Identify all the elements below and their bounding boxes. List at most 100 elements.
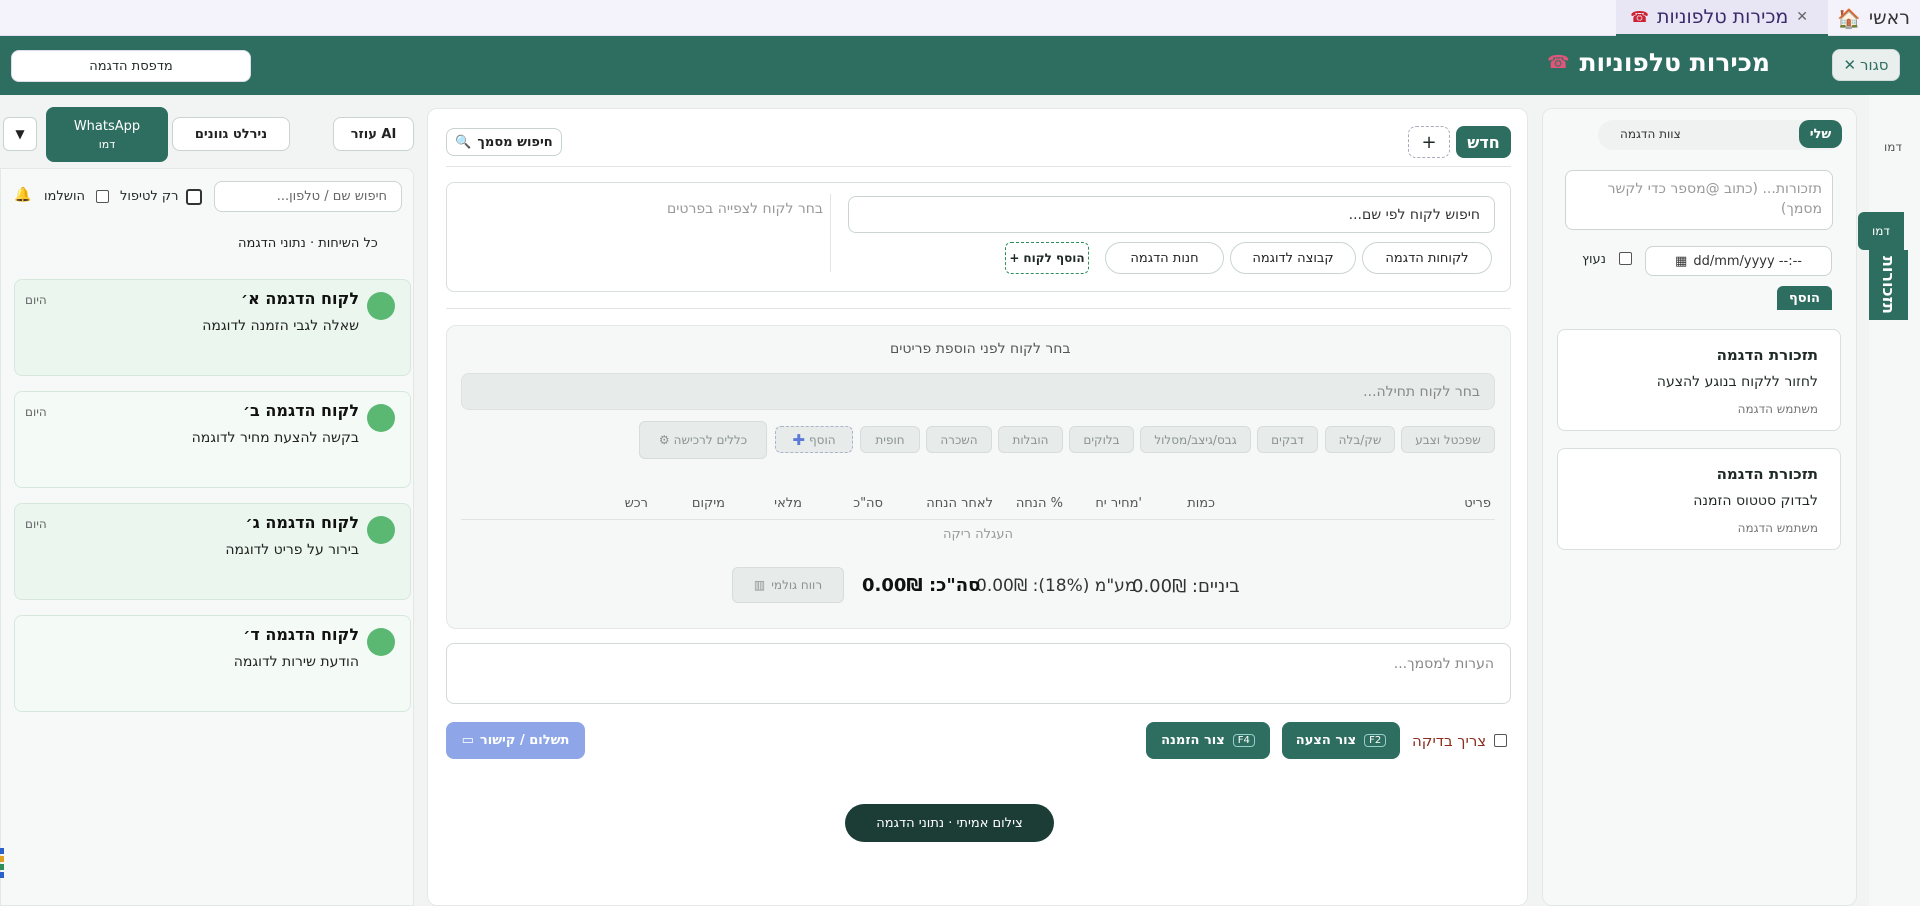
chat-search-input[interactable]: חיפוש שם / טלפון... — [214, 181, 402, 212]
create-quote-button[interactable]: צור הצעה F2 — [1282, 722, 1400, 759]
completed-checkbox[interactable] — [96, 190, 109, 203]
column-header-qty: כמות — [1187, 496, 1215, 511]
category-chip[interactable]: השכרה — [926, 426, 992, 453]
bell-icon[interactable]: 🔔 — [14, 187, 31, 203]
filter-team-button[interactable]: צוות הדגמה — [1620, 127, 1681, 141]
chart-icon: ▥ — [753, 578, 766, 592]
tab-home-label: ראשי — [1868, 7, 1910, 29]
tab-telesales-label: מכירות טלפוניות — [1656, 6, 1789, 28]
conversation-item[interactable]: לקוח הדגמה ד׳ הודעת שירות לדוגמה — [14, 615, 411, 712]
close-button[interactable]: ✕ סגור — [1832, 49, 1900, 81]
printer-select[interactable]: מדפסת הדגמה — [11, 50, 251, 82]
reminder-card[interactable]: תזכורת הדגמה לבדוק סטטוס הזמנה משתמש הדג… — [1557, 448, 1841, 550]
reminder-card[interactable]: תזכורת הדגמה לחזור ללקוח בנוגע להצעה משת… — [1557, 329, 1841, 431]
reminder-user: משתמש הדגמה — [1737, 402, 1818, 416]
gross-profit-label: רווח גולמי — [771, 578, 823, 592]
customer-filter-label: לקוחות הדגמה — [1385, 250, 1469, 266]
conversation-message: שאלה לגבי הזמנה לדוגמה — [202, 318, 359, 334]
doc-search-button[interactable]: 🔍 חיפוש מסמך — [446, 128, 562, 156]
filter-mine-button[interactable]: שלי — [1799, 120, 1842, 148]
side-tab-demo-label: דמו — [1872, 224, 1890, 238]
conversation-item[interactable]: לקוח הדגמה א׳ שאלה לגבי הזמנה לדוגמה היו… — [14, 279, 411, 376]
shortcut-badge: F2 — [1364, 734, 1387, 747]
tab-telesales[interactable]: ☎ מכירות טלפוניות ✕ — [1616, 0, 1828, 36]
reminder-desc: לחזור ללקוח בנוגע להצעה — [1656, 374, 1818, 390]
needs-check-checkbox[interactable] — [1494, 734, 1507, 747]
reminder-placeholder: תזכורות... (כתוב @מספר כדי לקשר מסמך) — [1607, 181, 1822, 217]
add-tab-button[interactable]: + — [1408, 126, 1450, 158]
add-item-label: הוסף — [809, 432, 836, 447]
add-reminder-label: הוסף — [1788, 290, 1820, 306]
only-unhandled-checkbox[interactable] — [186, 189, 202, 205]
customer-filter-button[interactable]: קבוצה לדוגמה — [1230, 242, 1356, 274]
payment-link-label: תשלום / קישור — [479, 733, 570, 748]
new-document-button[interactable]: חדש — [1456, 126, 1511, 158]
conversation-name: לקוח הדגמה ב׳ — [242, 401, 359, 420]
purchase-rules-button[interactable]: ⚙ כללים לרכישה — [639, 421, 767, 459]
customer-search-input[interactable]: חיפוש לקוח לפי שם... — [848, 196, 1495, 233]
only-unhandled-label: רק לטיפול — [120, 189, 179, 204]
divider — [446, 308, 1511, 309]
reminder-textarea[interactable]: תזכורות... (כתוב @מספר כדי לקשר מסמך) — [1565, 170, 1833, 230]
category-chip[interactable]: שק/בלה — [1325, 426, 1395, 453]
side-tab-demo[interactable]: דמו — [1884, 140, 1902, 154]
category-chip[interactable]: שפכטל וצבע — [1401, 426, 1495, 453]
item-search-input[interactable]: בחר לקוח תחילה... — [461, 373, 1495, 410]
conversation-item[interactable]: לקוח הדגמה ב׳ בקשה להצעת מחיר לדוגמה היו… — [14, 391, 411, 488]
new-document-label: חדש — [1467, 132, 1500, 152]
add-tab-label: + — [1421, 131, 1437, 153]
category-chip[interactable]: הובלות — [998, 426, 1063, 453]
category-chip[interactable]: בלוקים — [1069, 426, 1134, 453]
add-reminder-button[interactable]: הוסף — [1777, 286, 1832, 310]
reminder-date-input[interactable]: ▦ dd/mm/yyyy --:-- — [1645, 246, 1832, 276]
search-icon: 🔍 — [455, 134, 472, 150]
category-chip[interactable]: גבס/גיצב/מסלול — [1140, 426, 1251, 453]
column-header-stock: מלאי — [774, 496, 802, 511]
create-order-button[interactable]: צור הזמנה F4 — [1146, 722, 1270, 759]
photo-demo-button[interactable]: צילום אמיתי · נתוני הדגמה — [845, 804, 1054, 842]
close-icon: ✕ — [1843, 56, 1857, 74]
all-chats-label: כל השיחות · נתוני הדגמה — [238, 236, 378, 251]
category-chip-label: השכרה — [940, 432, 978, 447]
category-chip[interactable]: חופית — [860, 426, 920, 453]
items-hint: בחר לקוח לפני הוספת פריטים — [890, 341, 1071, 357]
gear-icon: ⚙ — [658, 433, 670, 447]
category-chip-label: שפכטל וצבע — [1415, 432, 1481, 447]
tab-home[interactable]: 🏠 ראשי — [1827, 0, 1920, 36]
side-tab-reminders[interactable]: תזכורות — [1869, 250, 1908, 320]
filter-mine-label: שלי — [1809, 126, 1832, 142]
tab-ai-assistant[interactable]: עוזר AI — [333, 117, 414, 151]
conversation-item[interactable]: לקוח הדגמה ג׳ בירור על פריט לדוגמה היום — [14, 503, 411, 600]
date-value: dd/mm/yyyy --:-- — [1693, 253, 1802, 269]
edge-marker — [0, 864, 4, 870]
tab-nirlat[interactable]: נירלט גוונים — [172, 117, 290, 151]
add-customer-button[interactable]: + הוסף לקוח — [1005, 242, 1089, 274]
customer-filter-label: קבוצה לדוגמה — [1252, 250, 1334, 266]
tab-whatsapp-sub: דמו — [98, 137, 116, 151]
close-button-label: סגור — [1860, 56, 1889, 74]
empty-cart-label: העגלה ריקה — [943, 527, 1013, 542]
plus-icon: + — [1009, 251, 1020, 265]
category-chip[interactable]: דבקים — [1257, 426, 1318, 453]
tab-whatsapp[interactable]: WhatsApp דמו — [46, 107, 168, 162]
reminder-title: תזכורת הדגמה — [1716, 346, 1818, 364]
photo-demo-label: צילום אמיתי · נתוני הדגמה — [876, 815, 1023, 831]
customer-filter-button[interactable]: חנות הדגמה — [1105, 242, 1224, 274]
gross-profit-button[interactable]: ▥ רווח גולמי — [732, 567, 844, 603]
filter-team-label: צוות הדגמה — [1620, 127, 1681, 141]
side-tab-demo-active[interactable]: דמו — [1858, 212, 1904, 250]
panel-menu-dropdown[interactable]: ▼ — [3, 117, 37, 151]
notes-textarea[interactable]: הערות למסמך... — [446, 643, 1511, 704]
tab-whatsapp-label: WhatsApp — [73, 118, 141, 134]
create-order-label: צור הזמנה — [1161, 733, 1225, 748]
add-item-button[interactable]: ✚ הוסף — [775, 426, 853, 453]
payment-link-button[interactable]: ▭ תשלום / קישור — [446, 722, 585, 759]
column-header-discount: הנחה % — [1015, 496, 1063, 511]
avatar — [367, 404, 395, 432]
close-tab-icon[interactable]: ✕ — [1796, 9, 1808, 25]
conversation-name: לקוח הדגמה ד׳ — [243, 625, 359, 644]
customer-filter-button[interactable]: לקוחות הדגמה — [1362, 242, 1492, 274]
needs-check-label: צריך בדיקה — [1412, 732, 1487, 750]
category-chip-label: בלוקים — [1083, 432, 1120, 447]
pinned-checkbox[interactable] — [1619, 252, 1632, 265]
